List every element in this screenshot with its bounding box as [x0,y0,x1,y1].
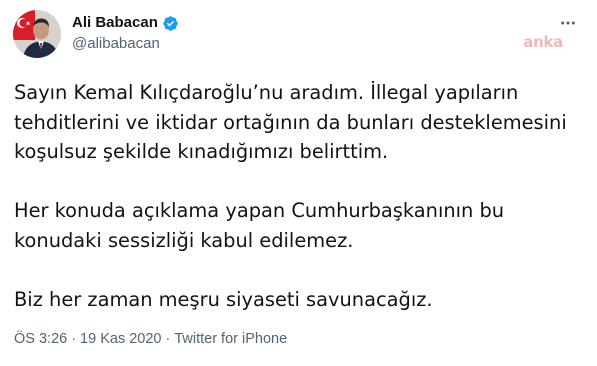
display-name[interactable]: Ali Babacan [72,13,158,33]
avatar-photo [13,10,61,58]
tweet-paragraph-3: Biz her zaman meşru siyaseti savunacağız… [14,287,433,311]
tweet-meta: ÖS 3:26 · 19 Kas 2020 · Twitter for iPho… [14,331,287,347]
tweet-paragraph-2: Her konuda açıklama yapan Cumhurbaşkanın… [14,199,505,252]
watermark: anka [523,33,563,51]
meta-separator-2: · [165,331,171,347]
more-horizontal-icon[interactable] [559,14,577,32]
tweet-card: Ali Babacan @alibabacan anka Sayın Kemal… [0,0,597,366]
tweet-source[interactable]: Twitter for iPhone [174,331,287,347]
display-name-row: Ali Babacan [72,13,179,33]
meta-separator-1: · [71,331,77,347]
tweet-paragraph-1: Sayın Kemal Kılıçdaroğlu’nu aradım. İlle… [14,81,567,163]
verified-badge-icon [163,15,178,31]
tweet-time[interactable]: ÖS 3:26 [14,331,67,347]
avatar[interactable] [13,10,61,58]
tweet-text: Sayın Kemal Kılıçdaroğlu’nu aradım. İlle… [14,78,584,314]
tweet-date[interactable]: 19 Kas 2020 [80,331,161,347]
handle[interactable]: @alibabacan [72,34,179,54]
author-info: Ali Babacan @alibabacan [72,13,179,54]
